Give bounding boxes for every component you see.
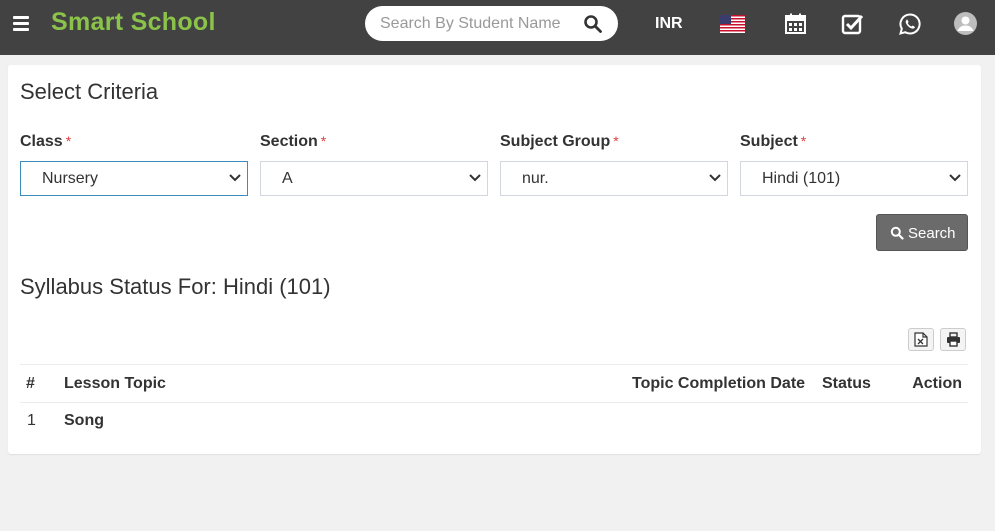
student-search [365,6,618,41]
section-label: Section * [260,133,327,150]
subject-select[interactable]: Hindi (101) [740,161,968,196]
print-icon [947,332,960,347]
top-navbar: Smart School INR [0,0,995,55]
subject-field: Subject * Hindi (101) [740,133,968,196]
class-label: Class * [20,133,72,150]
subject-label: Subject * [740,133,807,150]
subject-group-select[interactable]: nur. [500,161,728,196]
check-square-icon[interactable] [841,13,865,35]
row-topic: Song [64,412,104,429]
criteria-title: Select Criteria [20,79,159,104]
user-avatar-icon[interactable] [954,12,977,35]
search-button[interactable]: Search [876,214,968,251]
section-field: Section * A [260,133,488,196]
column-header-date[interactable]: Topic Completion Date [632,375,805,393]
menu-icon[interactable] [13,16,29,31]
column-header-topic[interactable]: Lesson Topic [64,375,166,393]
calendar-icon[interactable] [784,13,808,35]
column-header-action: Action [912,375,962,392]
chevron-down-icon [709,174,721,182]
print-button[interactable] [940,328,966,351]
chevron-down-icon [949,174,961,182]
us-flag-icon[interactable] [720,15,745,33]
brand-logo[interactable]: Smart School [51,8,216,37]
syllabus-status-title: Syllabus Status For: Hindi (101) [20,274,331,299]
whatsapp-icon[interactable] [898,13,922,35]
currency-selector[interactable]: INR [655,15,683,33]
chevron-down-icon [469,174,481,182]
syllabus-panel: Select Criteria Class * Nursery Section * … [8,65,981,454]
class-select[interactable]: Nursery [20,161,248,196]
syllabus-table: # Lesson Topic Topic Completion Date Sta… [20,364,968,440]
table-row: 1 Song [20,402,968,440]
subject-group-label: Subject Group * [500,133,619,150]
column-header-status[interactable]: Status [822,375,871,393]
student-search-input[interactable] [380,13,560,35]
row-num: 1 [27,412,36,429]
search-icon[interactable] [583,14,603,34]
class-field: Class * Nursery [20,133,248,196]
section-select[interactable]: A [260,161,488,196]
table-header-row: # Lesson Topic Topic Completion Date Sta… [20,364,968,402]
column-header-num: # [26,375,35,392]
export-excel-button[interactable] [908,328,934,351]
subject-group-field: Subject Group * nur. [500,133,728,196]
chevron-down-icon [229,174,241,182]
excel-icon [914,332,928,347]
search-icon [890,226,904,240]
